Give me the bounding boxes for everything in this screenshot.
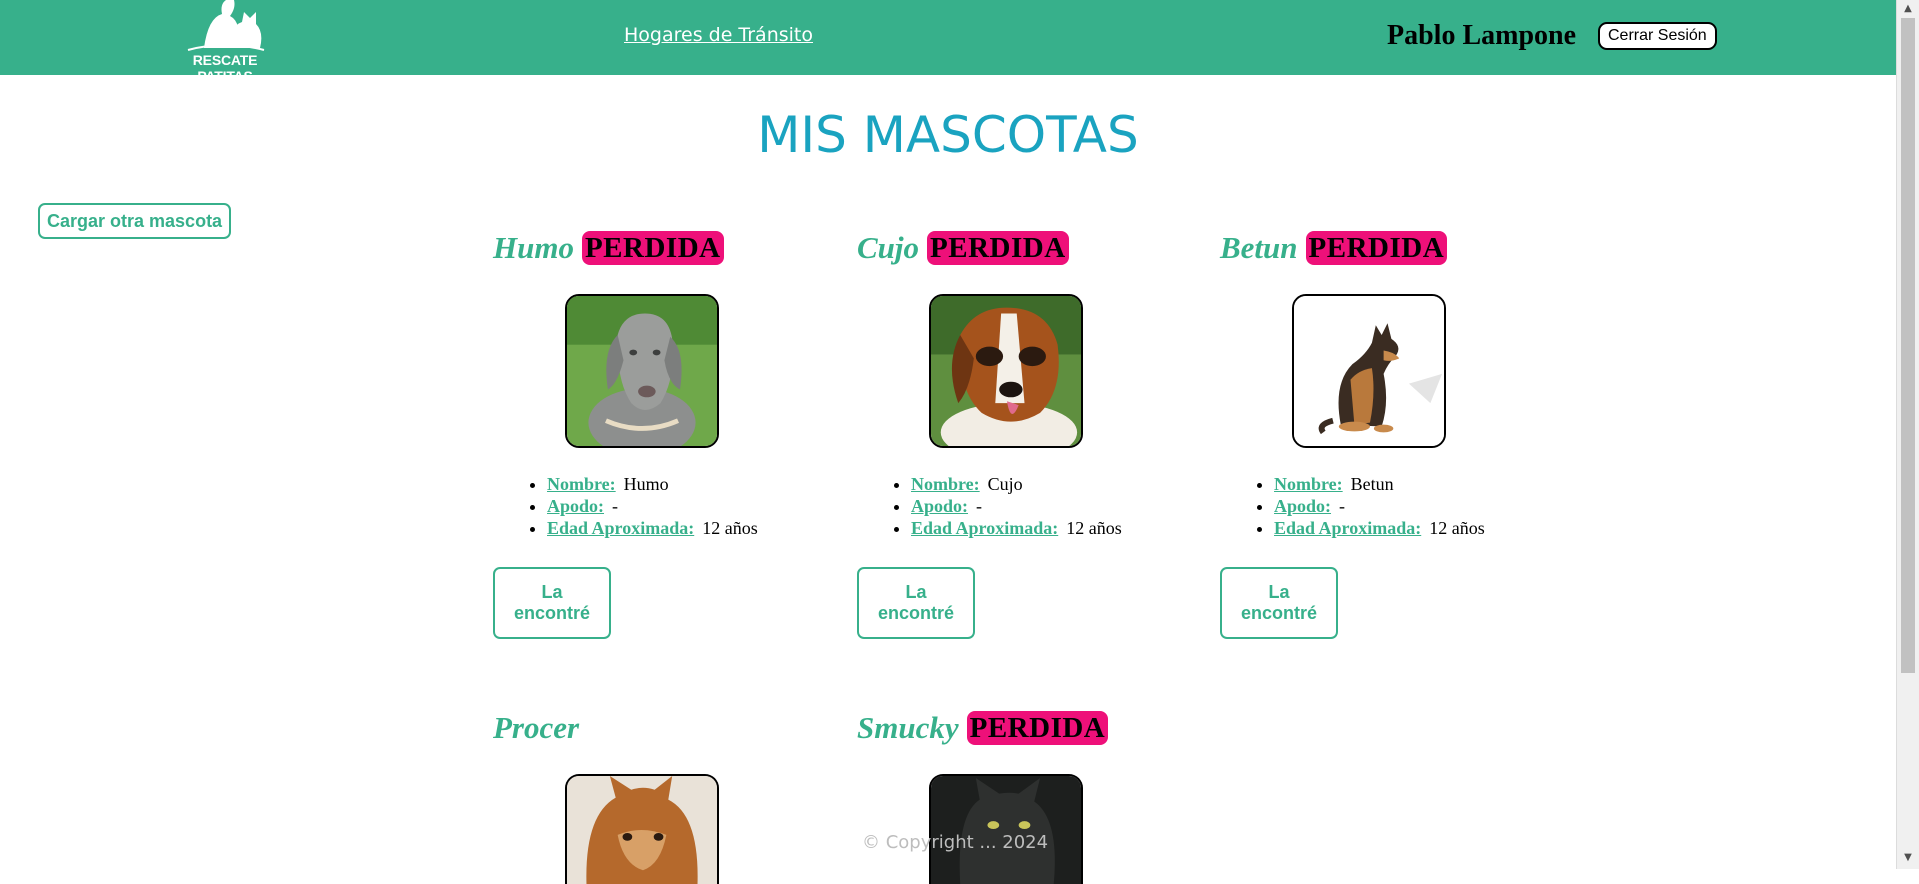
nombre-value: Betun bbox=[1350, 474, 1394, 494]
scroll-up-icon[interactable]: ▲ bbox=[1901, 3, 1915, 17]
pet-photo bbox=[1292, 294, 1446, 448]
pet-photo bbox=[565, 774, 719, 884]
pet-photo bbox=[929, 774, 1083, 884]
lost-badge: PERDIDA bbox=[1305, 231, 1448, 265]
edad-value: 12 años bbox=[1429, 518, 1485, 538]
list-item: Edad Aproximada: 12 años bbox=[911, 517, 1122, 539]
pet-name: Smucky bbox=[857, 710, 959, 745]
top-navbar: RESCATE PATITAS Hogares de Tránsito Pabl… bbox=[0, 0, 1896, 84]
pets-logo-icon bbox=[187, 0, 265, 51]
apodo-value: - bbox=[976, 496, 983, 516]
pet-info-list: Nombre: Humo Apodo:- Edad Aproximada: 12 a… bbox=[493, 473, 758, 539]
pet-header: Humo PERDIDA bbox=[493, 230, 724, 270]
pet-card: Cujo PERDIDA Nombre: Cujo Apodo:- Edad Ap… bbox=[857, 230, 1197, 650]
list-item: Apodo:- bbox=[547, 495, 758, 517]
lost-badge: PERDIDA bbox=[927, 231, 1069, 265]
edad-label[interactable]: Edad Aproximada: bbox=[911, 518, 1058, 538]
pet-name: Procer bbox=[493, 710, 580, 745]
apodo-value: - bbox=[612, 496, 619, 516]
logo-text: RESCATE PATITAS bbox=[192, 52, 258, 84]
saint-bernard-dog-photo bbox=[931, 296, 1081, 446]
pet-header: Procer bbox=[493, 710, 579, 750]
pet-header: Cujo PERDIDA bbox=[857, 230, 1069, 270]
pet-card: Humo PERDIDA Nombre: Humo Apodo:- Edad Ap… bbox=[493, 230, 833, 650]
add-pet-button[interactable]: Cargar otra mascota bbox=[38, 203, 232, 239]
logout-button[interactable]: Cerrar Sesión bbox=[1598, 22, 1717, 50]
found-button[interactable]: La encontré bbox=[857, 567, 975, 639]
collie-dog-photo bbox=[567, 776, 717, 884]
scrollbar-thumb[interactable] bbox=[1901, 18, 1915, 673]
list-item: Nombre: Betun bbox=[1274, 473, 1485, 495]
found-button[interactable]: La encontré bbox=[493, 567, 611, 639]
apodo-value: - bbox=[1339, 496, 1346, 516]
pet-card: Procer bbox=[493, 710, 833, 884]
list-item: Nombre: Cujo bbox=[911, 473, 1122, 495]
nombre-value: Cujo bbox=[987, 474, 1023, 494]
found-button[interactable]: La encontré bbox=[1220, 567, 1338, 639]
apodo-label[interactable]: Apodo: bbox=[911, 496, 968, 516]
nombre-label[interactable]: Nombre: bbox=[911, 474, 980, 494]
apodo-label[interactable]: Apodo: bbox=[547, 496, 604, 516]
edad-value: 12 años bbox=[1066, 518, 1122, 538]
pet-card: Betun PERDIDA Nombre: Betun Apodo:- Edad … bbox=[1220, 230, 1560, 650]
lost-badge: PERDIDA bbox=[966, 711, 1109, 745]
pet-info-list: Nombre: Cujo Apodo:- Edad Aproximada: 12 a… bbox=[857, 473, 1122, 539]
user-name: Pablo Lampone bbox=[1387, 20, 1577, 51]
page-title: MIS MASCOTAS bbox=[757, 106, 1139, 164]
list-item: Edad Aproximada: 12 años bbox=[1274, 517, 1485, 539]
pet-name: Betun bbox=[1220, 230, 1298, 265]
site-logo[interactable]: RESCATE PATITAS bbox=[164, 0, 286, 84]
footer-copyright: © Copyright ... 2024 bbox=[862, 832, 1049, 853]
pet-name: Cujo bbox=[857, 230, 920, 265]
nombre-label[interactable]: Nombre: bbox=[547, 474, 616, 494]
list-item: Apodo:- bbox=[1274, 495, 1485, 517]
shepherd-dog-photo bbox=[1294, 296, 1444, 446]
page-scrollbar[interactable]: ▲ ▼ bbox=[1896, 0, 1919, 869]
pet-photo bbox=[565, 294, 719, 448]
nombre-label[interactable]: Nombre: bbox=[1274, 474, 1343, 494]
dark-cat-photo bbox=[931, 776, 1081, 884]
pet-header: Smucky PERDIDA bbox=[857, 710, 1109, 750]
scroll-down-icon[interactable]: ▼ bbox=[1901, 852, 1915, 866]
pet-photo bbox=[929, 294, 1083, 448]
list-item: Nombre: Humo bbox=[547, 473, 758, 495]
edad-label[interactable]: Edad Aproximada: bbox=[1274, 518, 1421, 538]
edad-value: 12 años bbox=[702, 518, 758, 538]
pet-header: Betun PERDIDA bbox=[1220, 230, 1448, 270]
edad-label[interactable]: Edad Aproximada: bbox=[547, 518, 694, 538]
pet-name: Humo bbox=[493, 230, 574, 265]
list-item: Edad Aproximada: 12 años bbox=[547, 517, 758, 539]
lost-badge: PERDIDA bbox=[581, 231, 724, 265]
list-item: Apodo:- bbox=[911, 495, 1122, 517]
pet-info-list: Nombre: Betun Apodo:- Edad Aproximada: 12 … bbox=[1220, 473, 1485, 539]
nombre-value: Humo bbox=[623, 474, 669, 494]
weimaraner-dog-photo bbox=[567, 296, 717, 446]
nav-link-hogares-de-transito[interactable]: Hogares de Tránsito bbox=[624, 24, 813, 46]
apodo-label[interactable]: Apodo: bbox=[1274, 496, 1331, 516]
